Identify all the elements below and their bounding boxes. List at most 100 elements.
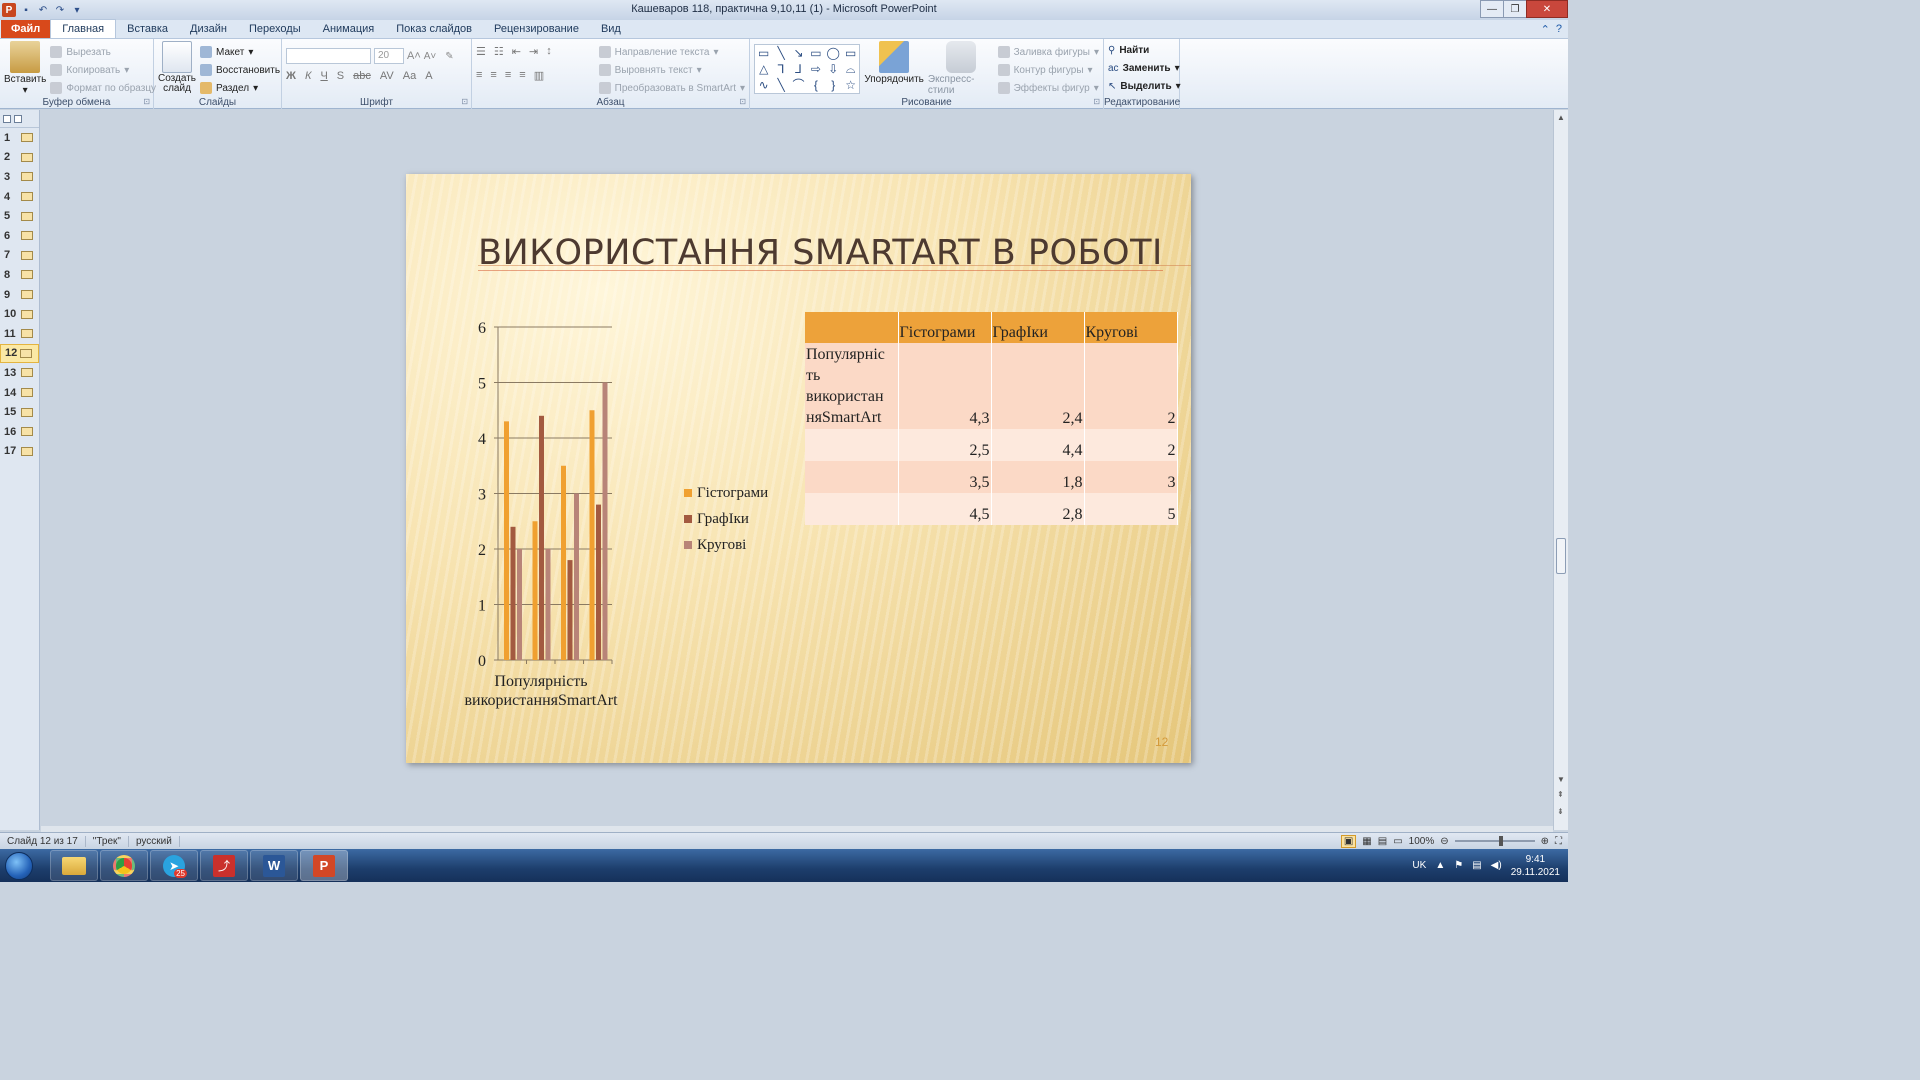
taskbar-chrome[interactable]: [100, 850, 148, 881]
cut-button[interactable]: Вырезать: [50, 43, 156, 61]
indent-inc-icon[interactable]: ⇥: [529, 45, 538, 63]
select-button[interactable]: ↖ Выделить ▾: [1108, 77, 1181, 95]
clipboard-launcher-icon[interactable]: ⊡: [143, 97, 150, 106]
collapse-ribbon-icon[interactable]: ⌃: [1541, 23, 1550, 36]
taskbar-pdf-reader[interactable]: ⤴: [200, 850, 248, 881]
slide-thumbnail-11[interactable]: 11: [0, 324, 39, 344]
align-left-icon[interactable]: ≡: [476, 69, 482, 87]
text-direction-button[interactable]: Направление текста ▾: [598, 43, 745, 61]
indent-dec-icon[interactable]: ⇤: [512, 45, 521, 63]
tab-home[interactable]: Главная: [50, 19, 117, 38]
table-cell[interactable]: 5: [1084, 493, 1178, 525]
flag-icon[interactable]: ⚑: [1454, 860, 1463, 871]
table-cell[interactable]: 1,8: [991, 461, 1085, 493]
justify-icon[interactable]: ≡: [519, 69, 525, 87]
clock[interactable]: 9:41 29.11.2021: [1511, 853, 1560, 879]
chart-legend[interactable]: Гістограми ГрафІки Кругові: [684, 480, 768, 558]
slide-thumbnail-15[interactable]: 15: [0, 402, 39, 422]
taskbar-powerpoint[interactable]: P: [300, 850, 348, 881]
slide-thumbnail-14[interactable]: 14: [0, 383, 39, 403]
format-painter-button[interactable]: Формат по образцу: [50, 79, 156, 97]
slide-thumbnail-17[interactable]: 17: [0, 442, 39, 462]
line-spacing-icon[interactable]: ↕: [546, 45, 552, 63]
table-cell[interactable]: 2,8: [991, 493, 1085, 525]
outline-tab-icon[interactable]: [3, 114, 11, 123]
normal-view-icon[interactable]: ▣: [1340, 834, 1357, 848]
taskbar-word[interactable]: W: [250, 850, 298, 881]
prev-slide-icon[interactable]: ⇞: [1557, 790, 1564, 799]
font-launcher-icon[interactable]: ⊡: [461, 97, 468, 106]
italic-button[interactable]: К: [305, 70, 311, 82]
find-button[interactable]: ⚲ Найти: [1108, 41, 1175, 59]
tab-design[interactable]: Дизайн: [179, 20, 238, 38]
reading-view-icon[interactable]: ▤: [1378, 836, 1387, 847]
tab-insert[interactable]: Вставка: [116, 20, 179, 38]
replace-button[interactable]: ac Заменить ▾: [1108, 59, 1180, 77]
shapes-gallery[interactable]: ▭ ╲ ↘ ▭ ◯ ▭ △ ⅂ ⅃ ⇨ ⇩ ⌓ ∿ ╲ ⌒{} ☆: [754, 44, 861, 94]
shape-fill-button[interactable]: Заливка фигуры ▾: [997, 43, 1099, 61]
next-slide-icon[interactable]: ⇟: [1557, 807, 1564, 816]
vertical-scrollbar[interactable]: ▲ ▼ ⇞ ⇟: [1553, 110, 1568, 830]
table-cell[interactable]: 3: [1084, 461, 1178, 493]
tab-view[interactable]: Вид: [590, 20, 632, 38]
table-header-cell[interactable]: ГрафІки: [991, 312, 1085, 343]
shape-outline-button[interactable]: Контур фигуры ▾: [997, 61, 1099, 79]
zoom-slider[interactable]: [1454, 836, 1535, 846]
table-cell[interactable]: 2: [1084, 429, 1178, 461]
language-indicator[interactable]: UK: [1412, 860, 1426, 871]
show-hidden-icons-icon[interactable]: ▲: [1435, 860, 1445, 871]
scroll-up-icon[interactable]: ▲: [1557, 113, 1565, 122]
shadow-button[interactable]: S: [337, 70, 344, 82]
zoom-in-icon[interactable]: ⊕: [1541, 836, 1549, 847]
slide-thumbnail-13[interactable]: 13: [0, 363, 39, 383]
zoom-level[interactable]: 100%: [1409, 836, 1435, 847]
table-cell[interactable]: 3,5: [898, 461, 992, 493]
table-cell[interactable]: 2,4: [991, 343, 1085, 429]
tab-animation[interactable]: Анимация: [312, 20, 386, 38]
clear-format-icon[interactable]: ✎: [445, 51, 453, 62]
fit-window-icon[interactable]: ⛶: [1555, 836, 1562, 847]
numbering-icon[interactable]: ☷: [494, 45, 504, 63]
underline-button[interactable]: Ч: [320, 70, 327, 82]
align-center-icon[interactable]: ≡: [490, 69, 496, 87]
data-table[interactable]: Гістограми ГрафІки Кругові Популярніс ть…: [805, 312, 1178, 525]
layout-button[interactable]: Макет ▾: [200, 43, 280, 61]
taskbar-telegram[interactable]: ➤ 25: [150, 850, 198, 881]
font-family-input[interactable]: [286, 48, 371, 64]
table-cell[interactable]: 4,5: [898, 493, 992, 525]
slides-tab-icon[interactable]: [14, 114, 22, 123]
slide-thumbnail-2[interactable]: 2: [0, 148, 39, 168]
zoom-out-icon[interactable]: ⊖: [1440, 836, 1448, 847]
slide-thumbnail-3[interactable]: 3: [0, 167, 39, 187]
drawing-launcher-icon[interactable]: ⊡: [1093, 97, 1100, 106]
table-cell[interactable]: 2,5: [898, 429, 992, 461]
slide-thumbnail-5[interactable]: 5: [0, 206, 39, 226]
case-button[interactable]: Aa: [403, 70, 416, 82]
align-text-button[interactable]: Выровнять текст ▾: [598, 61, 745, 79]
slide-thumbnail-7[interactable]: 7: [0, 246, 39, 266]
scroll-thumb[interactable]: [1556, 538, 1566, 574]
reset-button[interactable]: Восстановить: [200, 61, 280, 79]
network-icon[interactable]: ▤: [1472, 860, 1481, 871]
slide-thumbnail-8[interactable]: 8: [0, 265, 39, 285]
slide-canvas[interactable]: Використання SmartArt в роботі 0 1 2 3 4 5 6 По…: [406, 174, 1191, 763]
bold-button[interactable]: Ж: [286, 70, 296, 82]
table-cell[interactable]: Популярніс ть використан няSmartArt: [805, 343, 899, 429]
align-right-icon[interactable]: ≡: [505, 69, 511, 87]
spacing-button[interactable]: AV: [380, 70, 394, 82]
table-header-cell[interactable]: [805, 312, 899, 343]
strikethrough-button[interactable]: abc: [353, 70, 371, 82]
tab-file[interactable]: Файл: [1, 20, 51, 38]
slideshow-view-icon[interactable]: ▭: [1393, 836, 1402, 847]
help-icon[interactable]: ?: [1556, 23, 1562, 35]
language-indicator[interactable]: русский: [129, 835, 180, 847]
close-button[interactable]: ✕: [1526, 0, 1568, 18]
tab-slideshow[interactable]: Показ слайдов: [385, 20, 483, 38]
tab-review[interactable]: Рецензирование: [483, 20, 590, 38]
start-button[interactable]: [0, 849, 38, 882]
section-button[interactable]: Раздел ▾: [200, 79, 280, 97]
slide-thumbnail-4[interactable]: 4: [0, 187, 39, 207]
convert-smartart-button[interactable]: Преобразовать в SmartArt ▾: [598, 79, 745, 97]
font-color-button[interactable]: A: [425, 70, 432, 82]
shape-effects-button[interactable]: Эффекты фигур ▾: [997, 79, 1099, 97]
